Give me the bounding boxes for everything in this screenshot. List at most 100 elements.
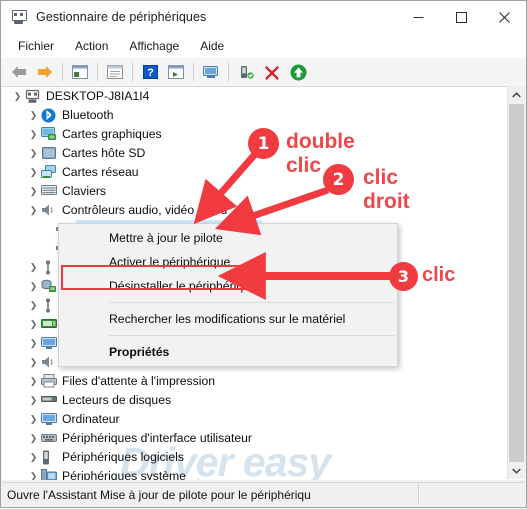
context-menu-item-enable-device[interactable]: Activer le périphérique — [59, 250, 397, 274]
tree-item-disk-drives[interactable]: ❯ Lecteurs de disques — [2, 391, 508, 410]
back-icon[interactable] — [6, 60, 32, 84]
device-manager-icon — [11, 9, 27, 25]
show-hide-console-tree-icon[interactable] — [67, 60, 93, 84]
network-adapter-icon — [41, 164, 58, 181]
uninstall-device-icon[interactable] — [259, 60, 285, 84]
window-controls — [397, 1, 526, 33]
tree-item-system-devices[interactable]: ❯ Périphériques système — [2, 467, 508, 480]
tree-item-sd-host-adapters[interactable]: ❯ Cartes hôte SD — [2, 144, 508, 163]
chevron-right-icon[interactable]: ❯ — [26, 163, 41, 182]
chevron-right-icon[interactable]: ❯ — [26, 296, 41, 315]
usb-icon — [41, 260, 58, 276]
menu-fichier[interactable]: Fichier — [9, 36, 63, 56]
tree-item-label: Contrôleurs audio, vidéo et jeu — [62, 203, 228, 217]
tree-item-sound-video-game-controllers[interactable]: ❯ Contrôleurs audio, vidéo et jeu — [2, 201, 508, 220]
tree-item-label: Lecteurs de disques — [62, 393, 172, 407]
usb-icon — [41, 298, 58, 314]
chevron-right-icon[interactable]: ❯ — [26, 372, 41, 391]
sd-host-icon — [41, 146, 58, 162]
menu-affichage[interactable]: Affichage — [120, 36, 188, 56]
software-device-icon — [41, 450, 58, 466]
sound-icon — [41, 355, 58, 371]
chevron-right-icon[interactable]: ❯ — [26, 315, 41, 334]
menu-aide[interactable]: Aide — [191, 36, 233, 56]
close-button[interactable] — [483, 1, 526, 33]
status-text: Ouvre l'Assistant Mise à jour de pilote … — [2, 484, 419, 505]
menu-action[interactable]: Action — [66, 36, 117, 56]
scroll-up-button[interactable] — [508, 86, 525, 103]
storage-controller-icon — [41, 279, 58, 295]
context-menu-item-uninstall-device[interactable]: Désinstaller le périphérique — [59, 274, 397, 298]
tree-item-label: Bluetooth — [62, 108, 114, 122]
vertical-scrollbar[interactable] — [507, 86, 525, 479]
chevron-right-icon[interactable]: ❯ — [26, 391, 41, 410]
tree-item-label: Ordinateur — [62, 412, 120, 426]
enable-device-icon[interactable] — [285, 60, 311, 84]
chevron-right-icon[interactable]: ❯ — [26, 144, 41, 163]
tree-item-network-adapters[interactable]: ❯ Cartes réseau — [2, 163, 508, 182]
context-menu-item-scan-hardware-changes[interactable]: Rechercher les modifications sur le maté… — [59, 307, 397, 331]
context-menu-item-properties[interactable]: Propriétés — [59, 340, 397, 364]
tree-item-software-devices[interactable]: ❯ Périphériques logiciels — [2, 448, 508, 467]
window-title: Gestionnaire de périphériques — [36, 10, 207, 24]
scroll-down-button[interactable] — [508, 462, 525, 479]
printer-icon — [41, 373, 58, 390]
scrollbar-thumb[interactable] — [509, 104, 524, 462]
bluetooth-icon — [41, 108, 58, 124]
forward-icon[interactable] — [32, 60, 58, 84]
svg-text:?: ? — [147, 67, 154, 79]
status-cell-secondary — [419, 484, 525, 505]
tree-root-label: DESKTOP-J8IA1I4 — [46, 89, 150, 103]
chevron-right-icon[interactable]: ❯ — [26, 353, 41, 372]
chevron-right-icon[interactable]: ❯ — [26, 334, 41, 353]
chevron-right-icon[interactable]: ❯ — [26, 106, 41, 125]
maximize-button[interactable] — [440, 1, 483, 33]
chevron-right-icon[interactable]: ❯ — [26, 429, 41, 448]
minimize-button[interactable] — [397, 1, 440, 33]
sound-icon — [41, 203, 58, 219]
monitor-icon — [41, 412, 58, 428]
chevron-right-icon[interactable]: ❯ — [26, 258, 41, 277]
tree-item-label: Files d'attente à l'impression — [62, 374, 216, 388]
tree-item-keyboards[interactable]: ❯ Claviers — [2, 182, 508, 201]
tree-item-label: Périphériques système — [62, 469, 186, 480]
properties-icon[interactable] — [102, 60, 128, 84]
hid-icon — [41, 431, 58, 447]
update-driver-icon[interactable] — [233, 60, 259, 84]
chevron-right-icon[interactable]: ❯ — [26, 182, 41, 201]
tree-item-label: Cartes réseau — [62, 165, 139, 179]
chevron-right-icon[interactable]: ❯ — [26, 467, 41, 480]
tree-item-label: Claviers — [62, 184, 107, 198]
chevron-right-icon[interactable]: ❯ — [26, 125, 41, 144]
help-icon[interactable]: ? — [137, 60, 163, 84]
tree-item-human-interface-devices[interactable]: ❯ Périphériques d'interface utilisateur — [2, 429, 508, 448]
tree-root-item[interactable]: ❯ DESKTOP-J8IA1I4 — [2, 87, 508, 106]
keyboard-icon — [41, 184, 58, 200]
context-menu-item-update-driver[interactable]: Mettre à jour le pilote — [59, 226, 397, 250]
tree-item-label: Périphériques logiciels — [62, 450, 184, 464]
computer-icon — [25, 89, 42, 105]
tree-item-computer[interactable]: ❯ Ordinateur — [2, 410, 508, 429]
device-manager-window: Gestionnaire de périphériques Fichier Ac… — [0, 0, 527, 508]
scan-for-hardware-changes-icon[interactable] — [198, 60, 224, 84]
tree-item-label: Périphériques d'interface utilisateur — [62, 431, 252, 445]
tree-item-bluetooth[interactable]: ❯ Bluetooth — [2, 106, 508, 125]
title-bar: Gestionnaire de périphériques — [1, 1, 526, 33]
tree-item-print-queues[interactable]: ❯ Files d'attente à l'impression — [2, 372, 508, 391]
context-menu-separator — [109, 335, 395, 336]
show-hide-action-pane-icon[interactable] — [163, 60, 189, 84]
toolbar: ? — [1, 58, 526, 87]
tree-item-label: Cartes hôte SD — [62, 146, 146, 160]
status-bar: Ouvre l'Assistant Mise à jour de pilote … — [2, 482, 525, 506]
chevron-down-icon[interactable]: ❯ — [26, 201, 41, 220]
chevron-right-icon[interactable]: ❯ — [26, 448, 41, 467]
chevron-right-icon[interactable]: ❯ — [26, 410, 41, 429]
chevron-down-icon[interactable]: ❯ — [10, 87, 25, 106]
monitor-icon — [41, 336, 58, 352]
disk-drive-icon — [41, 393, 58, 409]
ide-controller-icon — [41, 317, 58, 333]
context-menu-separator — [109, 302, 395, 303]
chevron-right-icon[interactable]: ❯ — [26, 277, 41, 296]
tree-item-display-adapters[interactable]: ❯ Cartes graphiques — [2, 125, 508, 144]
context-menu[interactable]: Mettre à jour le pilote Activer le périp… — [58, 223, 398, 367]
